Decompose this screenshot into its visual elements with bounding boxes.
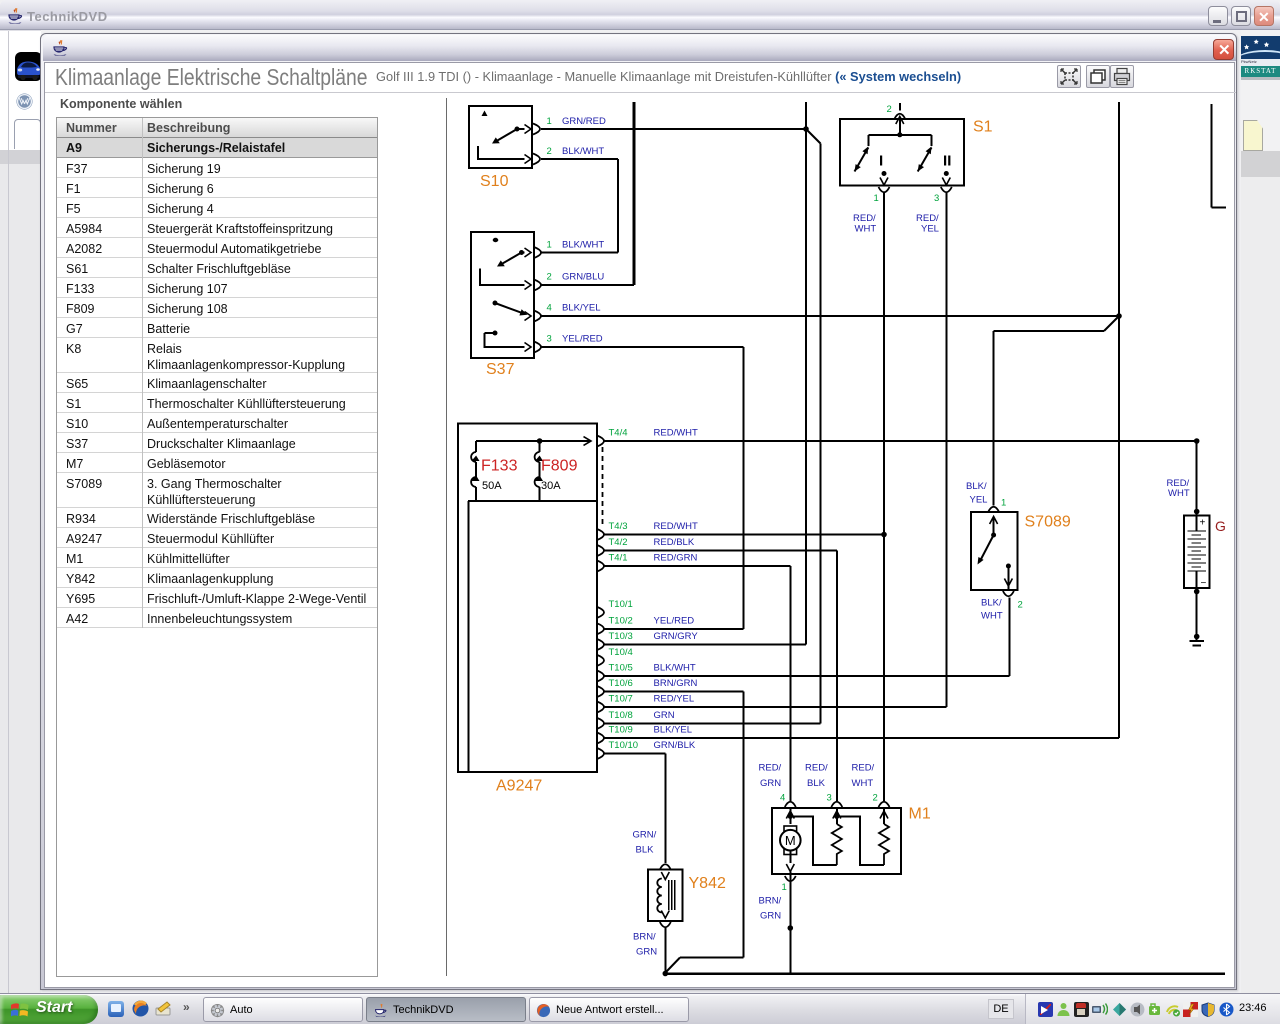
svg-text:RED/: RED/ xyxy=(805,763,828,774)
svg-text:T10/8: T10/8 xyxy=(609,710,633,721)
svg-text:2: 2 xyxy=(547,146,552,157)
svg-text:GRN/GRY: GRN/GRY xyxy=(654,631,699,642)
svg-text:S37: S37 xyxy=(486,361,515,378)
svg-text:BLK/: BLK/ xyxy=(981,598,1002,609)
svg-text:WHT: WHT xyxy=(1168,488,1190,499)
svg-text:BRN/: BRN/ xyxy=(759,896,782,907)
svg-text:G: G xyxy=(1215,518,1226,534)
svg-text:T10/4: T10/4 xyxy=(609,647,633,658)
svg-text:T4/1: T4/1 xyxy=(609,553,628,564)
svg-text:2: 2 xyxy=(887,104,892,115)
svg-text:YEL: YEL xyxy=(970,495,988,506)
svg-text:YEL/RED: YEL/RED xyxy=(654,615,695,626)
svg-text:T10/7: T10/7 xyxy=(609,694,633,705)
svg-text:RED/BLK: RED/BLK xyxy=(654,537,695,548)
svg-text:RED/WHT: RED/WHT xyxy=(654,521,699,532)
svg-text:BRN/GRN: BRN/GRN xyxy=(654,678,698,689)
svg-text:YEL: YEL xyxy=(921,224,939,235)
svg-text:3: 3 xyxy=(934,193,939,204)
svg-text:T10/6: T10/6 xyxy=(609,678,633,689)
svg-text:BLK/YEL: BLK/YEL xyxy=(654,725,693,736)
svg-text:RED/: RED/ xyxy=(759,763,782,774)
svg-text:RED/: RED/ xyxy=(853,213,876,224)
svg-text:1: 1 xyxy=(547,116,552,127)
svg-text:F809: F809 xyxy=(541,458,578,475)
svg-text:30A: 30A xyxy=(541,480,561,492)
svg-text:50A: 50A xyxy=(482,480,502,492)
svg-text:RED/: RED/ xyxy=(916,213,939,224)
svg-text:M1: M1 xyxy=(909,806,931,823)
svg-text:1: 1 xyxy=(1001,498,1006,509)
svg-text:Y842: Y842 xyxy=(689,875,726,892)
svg-text:RED/GRN: RED/GRN xyxy=(654,553,698,564)
svg-text:A9247: A9247 xyxy=(496,778,542,795)
svg-text:S7089: S7089 xyxy=(1025,514,1071,531)
svg-text:M: M xyxy=(785,833,796,848)
svg-text:T10/10: T10/10 xyxy=(609,740,639,751)
svg-text:3: 3 xyxy=(827,793,832,804)
svg-text:T4/3: T4/3 xyxy=(609,521,628,532)
svg-text:WHT: WHT xyxy=(981,611,1003,622)
svg-text:T10/5: T10/5 xyxy=(609,663,633,674)
svg-text:GRN/BLU: GRN/BLU xyxy=(562,272,604,283)
svg-text:T10/3: T10/3 xyxy=(609,631,633,642)
svg-text:GRN/: GRN/ xyxy=(633,830,657,841)
svg-text:1: 1 xyxy=(874,193,879,204)
svg-text:−: − xyxy=(1201,578,1207,589)
svg-text:GRN/RED: GRN/RED xyxy=(562,116,606,127)
svg-text:BLK: BLK xyxy=(636,845,655,856)
svg-text:YEL/RED: YEL/RED xyxy=(562,334,603,345)
svg-text:1: 1 xyxy=(547,240,552,251)
svg-text:WHT: WHT xyxy=(855,224,877,235)
svg-text:BLK: BLK xyxy=(807,778,826,789)
svg-text:RED/: RED/ xyxy=(852,763,875,774)
svg-text:BLK/: BLK/ xyxy=(966,481,987,492)
svg-text:GRN: GRN xyxy=(636,947,657,958)
svg-text:2: 2 xyxy=(1018,600,1023,611)
svg-text:4: 4 xyxy=(547,303,552,314)
svg-text:BLK/WHT: BLK/WHT xyxy=(562,146,604,157)
svg-text:RED/WHT: RED/WHT xyxy=(654,428,699,439)
svg-text:BLK/WHT: BLK/WHT xyxy=(654,663,696,674)
svg-text:2: 2 xyxy=(873,793,878,804)
svg-text:T4/4: T4/4 xyxy=(609,428,628,439)
svg-text:2: 2 xyxy=(547,272,552,283)
svg-text:S10: S10 xyxy=(480,173,509,190)
svg-text:BLK/YEL: BLK/YEL xyxy=(562,303,601,314)
svg-text:BRN/: BRN/ xyxy=(633,932,656,943)
svg-text:T4/2: T4/2 xyxy=(609,537,628,548)
svg-text:GRN/BLK: GRN/BLK xyxy=(654,740,696,751)
svg-text:GRN: GRN xyxy=(760,778,781,789)
svg-text:GRN: GRN xyxy=(654,710,675,721)
svg-text:+: + xyxy=(1200,518,1206,529)
svg-text:4: 4 xyxy=(780,793,785,804)
svg-text:RED/YEL: RED/YEL xyxy=(654,694,695,705)
svg-text:BLK/WHT: BLK/WHT xyxy=(562,240,604,251)
svg-text:T10/1: T10/1 xyxy=(609,599,633,610)
svg-text:S1: S1 xyxy=(973,119,993,136)
svg-text:T10/9: T10/9 xyxy=(609,725,633,736)
svg-text:T10/2: T10/2 xyxy=(609,615,633,626)
svg-text:GRN: GRN xyxy=(760,911,781,922)
svg-text:F133: F133 xyxy=(481,458,518,475)
svg-text:3: 3 xyxy=(547,334,552,345)
svg-text:1: 1 xyxy=(782,882,787,893)
svg-text:WHT: WHT xyxy=(852,778,874,789)
